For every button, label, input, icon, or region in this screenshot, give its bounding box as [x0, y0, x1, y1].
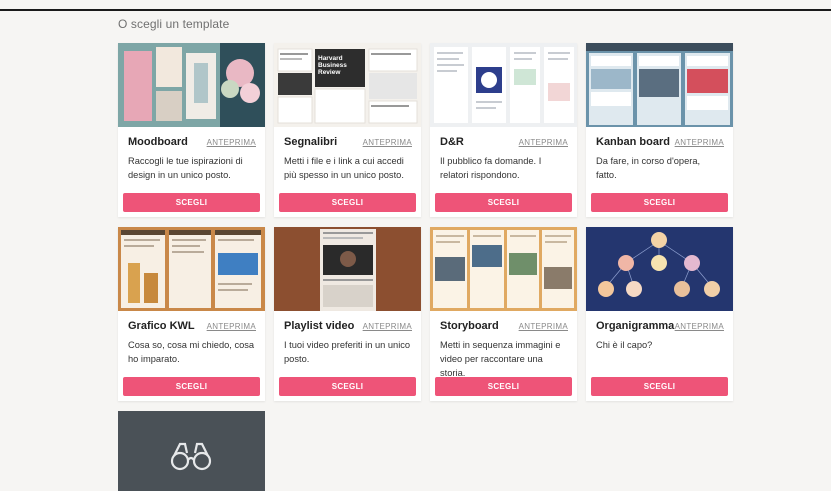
choose-button[interactable]: SCEGLI: [123, 377, 260, 396]
template-card-moodboard[interactable]: Moodboard ANTEPRIMA Raccogli le tue ispi…: [118, 43, 265, 217]
template-card-storyboard[interactable]: Storyboard ANTEPRIMA Metti in sequenza i…: [430, 227, 577, 401]
choose-button[interactable]: SCEGLI: [591, 377, 728, 396]
template-title: Kanban board: [596, 136, 670, 148]
template-card-organigramma[interactable]: Organigramma ANTEPRIMA Chi è il capo? SC…: [586, 227, 733, 401]
template-title: Moodboard: [128, 136, 188, 148]
template-description: Raccogli le tue ispirazioni di design in…: [128, 156, 243, 180]
preview-link[interactable]: ANTEPRIMA: [363, 322, 412, 331]
template-thumbnail[interactable]: [274, 227, 421, 311]
template-description: Il pubblico fa domande. I relatori rispo…: [440, 156, 542, 180]
template-thumbnail[interactable]: [430, 43, 577, 127]
preview-link[interactable]: ANTEPRIMA: [363, 138, 412, 147]
top-divider: [0, 9, 831, 11]
preview-link[interactable]: ANTEPRIMA: [207, 322, 256, 331]
template-description: Chi è il capo?: [596, 340, 653, 350]
template-thumbnail[interactable]: [118, 227, 265, 311]
template-grid: Moodboard ANTEPRIMA Raccogli le tue ispi…: [118, 43, 733, 491]
preview-link[interactable]: ANTEPRIMA: [519, 138, 568, 147]
binoculars-icon: [170, 442, 212, 471]
thumbnail-caption: Harvard Business Review: [318, 55, 347, 76]
template-title: D&R: [440, 136, 464, 148]
template-title: Storyboard: [440, 320, 499, 332]
template-title: Segnalibri: [284, 136, 338, 148]
section-title: O scegli un template: [118, 17, 230, 31]
template-description: Da fare, in corso d'opera, fatto.: [596, 156, 701, 180]
choose-button[interactable]: SCEGLI: [591, 193, 728, 212]
template-card-kanban-board[interactable]: Kanban board ANTEPRIMA Da fare, in corso…: [586, 43, 733, 217]
preview-link[interactable]: ANTEPRIMA: [207, 138, 256, 147]
preview-link[interactable]: ANTEPRIMA: [519, 322, 568, 331]
choose-button[interactable]: SCEGLI: [435, 377, 572, 396]
template-description: I tuoi video preferiti in un unico posto…: [284, 340, 411, 364]
template-title: Playlist video: [284, 320, 355, 332]
template-description: Cosa so, cosa mi chiedo, cosa ho imparat…: [128, 340, 255, 364]
template-thumbnail[interactable]: [586, 227, 733, 311]
template-thumbnail[interactable]: [586, 43, 733, 127]
template-description: Metti in sequenza immagini e video per r…: [440, 340, 561, 378]
template-description: Metti i file e i link a cui accedi più s…: [284, 156, 404, 180]
template-title: Organigramma: [596, 320, 675, 332]
template-title: Grafico KWL: [128, 320, 195, 332]
choose-button[interactable]: SCEGLI: [123, 193, 260, 212]
template-card-dr[interactable]: D&R ANTEPRIMA Il pubblico fa domande. I …: [430, 43, 577, 217]
template-thumbnail[interactable]: Harvard Business Review: [274, 43, 421, 127]
explore-templates-card[interactable]: [118, 411, 265, 491]
preview-link[interactable]: ANTEPRIMA: [675, 138, 724, 147]
choose-button[interactable]: SCEGLI: [279, 193, 416, 212]
template-thumbnail[interactable]: [118, 43, 265, 127]
template-card-grafico-kwl[interactable]: Grafico KWL ANTEPRIMA Cosa so, cosa mi c…: [118, 227, 265, 401]
choose-button[interactable]: SCEGLI: [279, 377, 416, 396]
preview-link[interactable]: ANTEPRIMA: [675, 322, 724, 331]
choose-button[interactable]: SCEGLI: [435, 193, 572, 212]
template-card-playlist-video[interactable]: Playlist video ANTEPRIMA I tuoi video pr…: [274, 227, 421, 401]
template-card-segnalibri[interactable]: Harvard Business Review Segnalibri ANTEP…: [274, 43, 421, 217]
template-thumbnail[interactable]: [430, 227, 577, 311]
